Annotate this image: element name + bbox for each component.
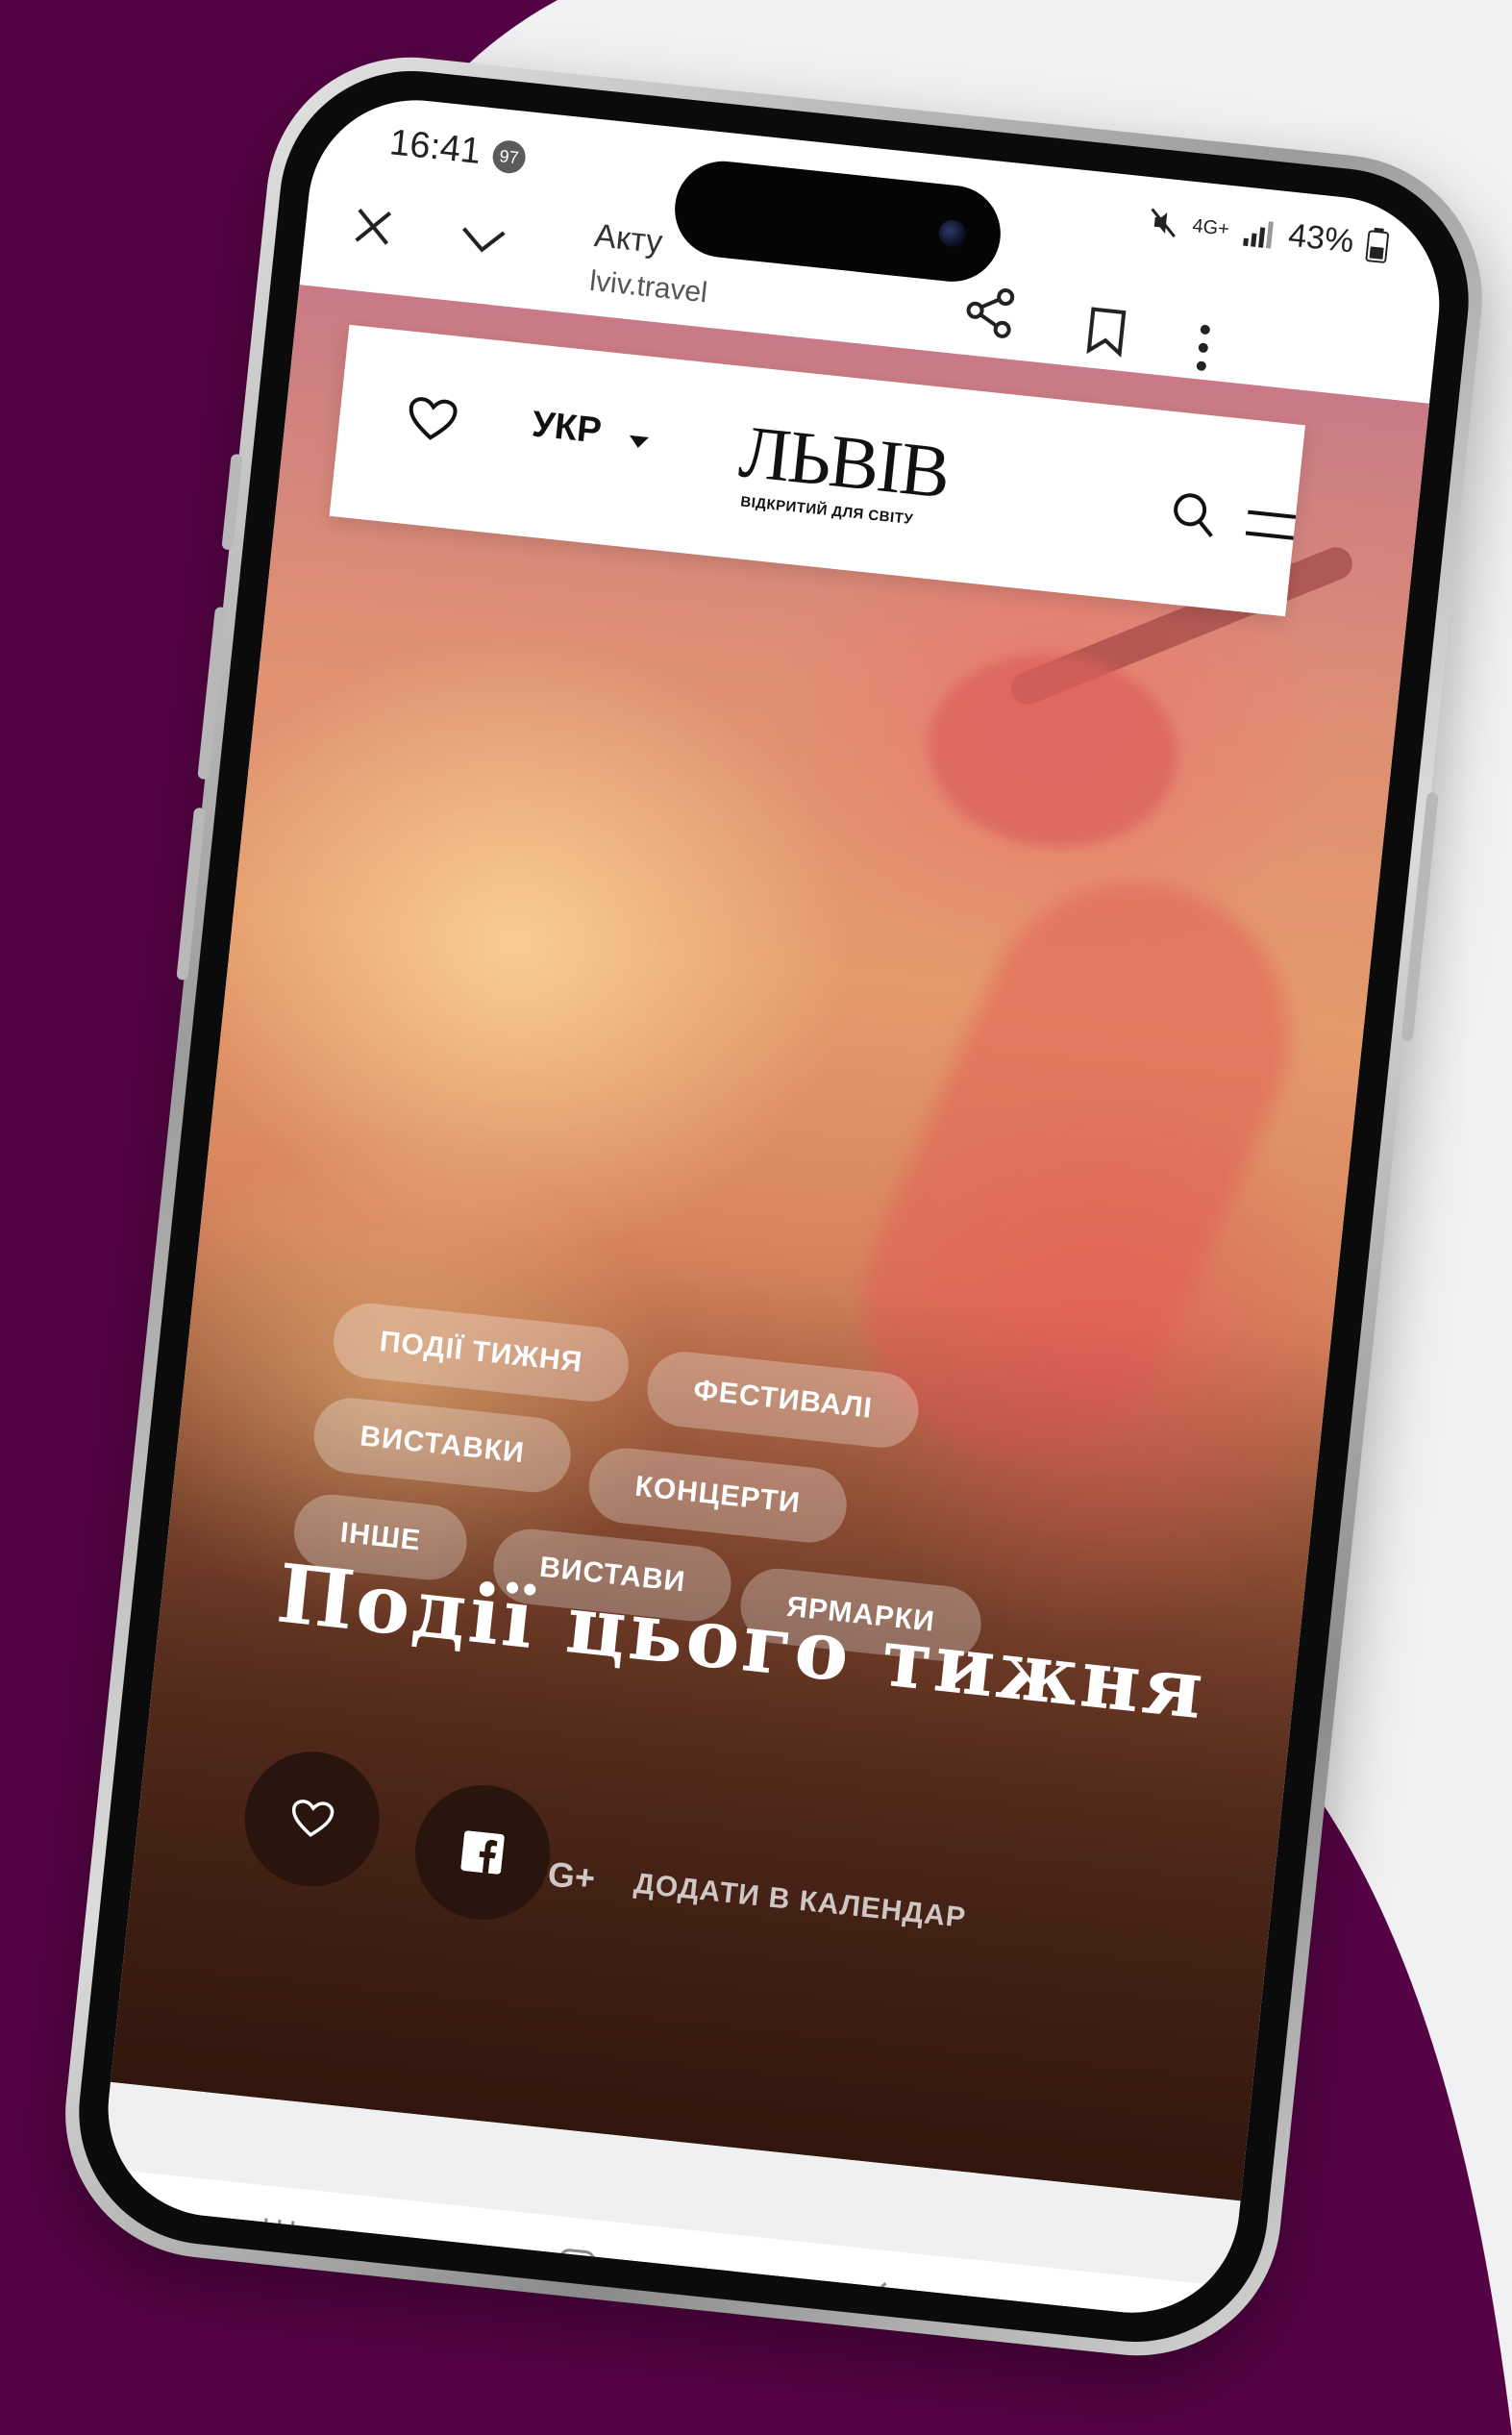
page: 16:41 97 4G+ 43% Акту lviv.travel УКР ЛЬ… — [0, 0, 1512, 2435]
screen: 16:41 97 4G+ 43% Акту lviv.travel УКР ЛЬ… — [97, 89, 1450, 2323]
mute-icon — [1151, 207, 1176, 237]
page-title: Акту — [592, 217, 665, 261]
search-icon[interactable] — [1168, 488, 1219, 539]
language-selector[interactable]: УКР — [530, 404, 603, 452]
heart-icon[interactable] — [405, 395, 459, 444]
battery-icon — [1365, 227, 1390, 263]
bookmark-icon[interactable] — [1084, 306, 1128, 358]
chevron-down-icon[interactable] — [458, 224, 508, 258]
hero-decoration — [918, 641, 1187, 859]
more-vert-icon[interactable] — [1194, 323, 1212, 372]
close-icon[interactable] — [350, 204, 396, 250]
status-time: 16:41 — [387, 122, 483, 173]
heart-icon — [292, 1800, 335, 1837]
battery-label: 43% — [1286, 216, 1356, 261]
notification-badge: 97 — [490, 138, 528, 175]
network-label: 4G+ — [1191, 214, 1230, 240]
share-icon[interactable] — [961, 284, 1018, 340]
phone: 16:41 97 4G+ 43% Акту lviv.travel УКР ЛЬ… — [51, 42, 1497, 2371]
signal-icon — [1243, 220, 1274, 249]
google-plus-icon[interactable]: G+ — [546, 1853, 597, 1899]
menu-icon[interactable] — [1245, 509, 1297, 542]
facebook-icon — [460, 1830, 505, 1875]
status-indicators: 4G+ 43% — [1145, 202, 1390, 264]
url-label[interactable]: lviv.travel — [588, 265, 709, 311]
caret-down-icon[interactable] — [627, 434, 652, 451]
